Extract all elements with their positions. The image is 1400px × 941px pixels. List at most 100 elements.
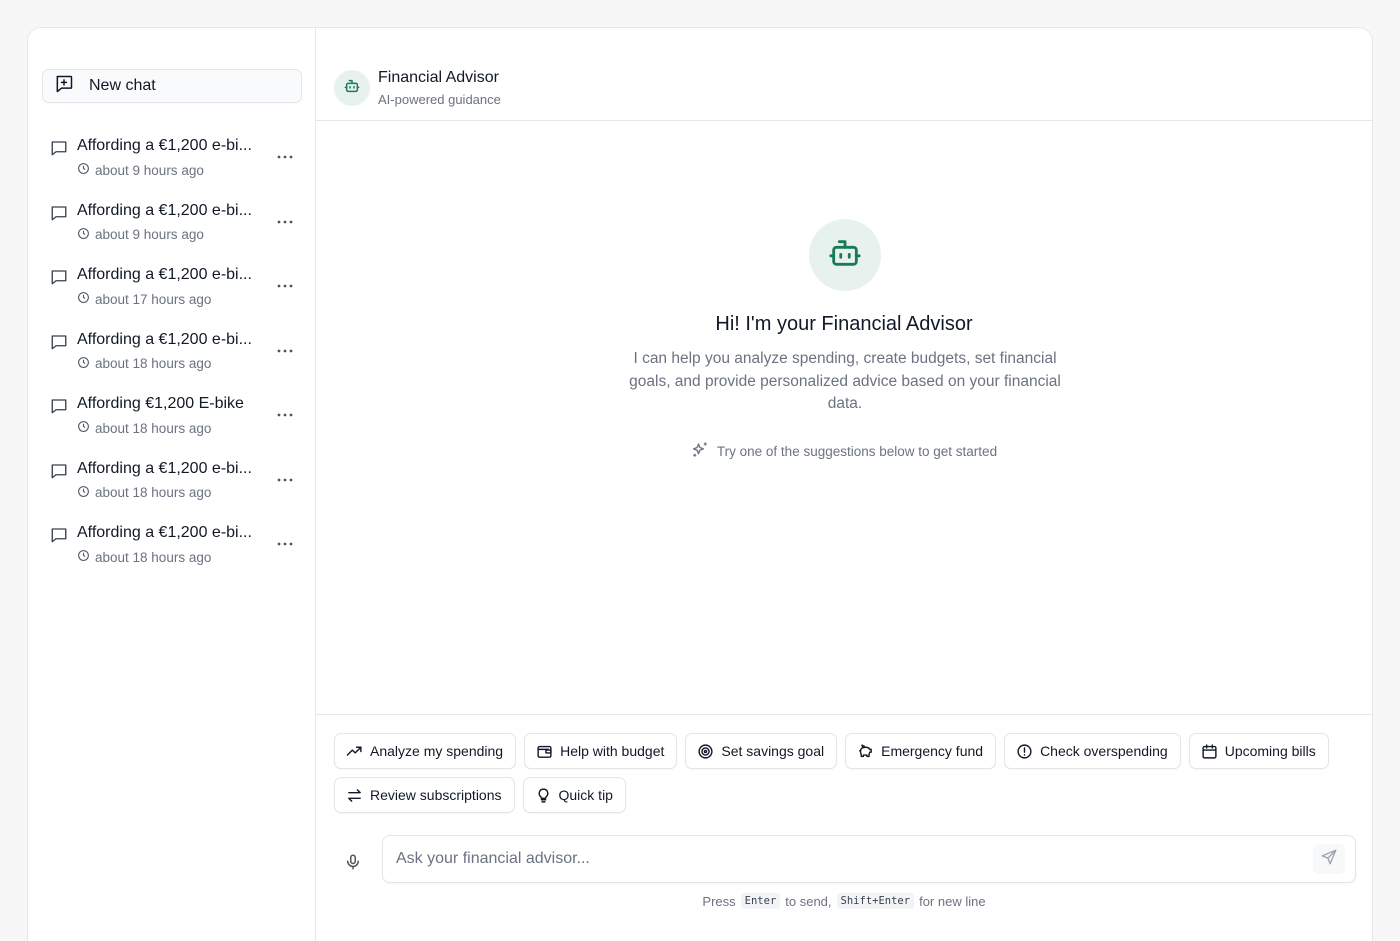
chat-title: Affording a €1,200 e-bi...	[77, 137, 252, 154]
message-plus-icon	[54, 74, 74, 99]
suggestion-label: Help with budget	[560, 743, 665, 759]
chat-meta: about 18 hours ago	[77, 356, 211, 372]
chat-time: about 18 hours ago	[95, 485, 212, 500]
welcome-hint: Try one of the suggestions below to get …	[316, 441, 1372, 462]
chat-history-item[interactable]: Affording a €1,200 e-bi... about 17 hour…	[28, 257, 316, 322]
advisor-name: Financial Advisor	[378, 69, 499, 86]
chat-time: about 9 hours ago	[95, 162, 204, 178]
suggestion-upcoming-bills[interactable]: Upcoming bills	[1188, 733, 1329, 769]
clock-icon	[77, 485, 90, 501]
suggestion-emergency-fund[interactable]: Emergency fund	[845, 733, 997, 769]
sparkles-icon	[691, 441, 709, 462]
chat-title: Affording a €1,200 e-bi...	[77, 266, 252, 283]
advisor-subtitle: AI-powered guidance	[378, 92, 501, 107]
sidebar: New chat Affording a €1,200 e-bi... abou…	[28, 28, 316, 941]
suggestion-help-budget[interactable]: Help with budget	[524, 733, 678, 769]
welcome-description: I can help you analyze spending, create …	[629, 350, 1061, 412]
clock-icon	[77, 420, 90, 436]
chat-history-item[interactable]: Affording a €1,200 e-bi... about 18 hour…	[28, 451, 316, 516]
chat-meta: about 17 hours ago	[77, 291, 211, 307]
suggestion-label: Upcoming bills	[1224, 743, 1316, 759]
chat-history-item[interactable]: Affording a €1,200 e-bi... about 18 hour…	[28, 515, 316, 580]
enter-key: Enter	[740, 893, 781, 909]
more-options-icon[interactable]	[273, 343, 297, 359]
microphone-button[interactable]	[340, 851, 366, 877]
lightbulb-icon	[535, 787, 552, 804]
message-square-icon	[50, 526, 68, 549]
wallet-icon	[536, 743, 553, 760]
chat-history-item[interactable]: Affording a €1,200 e-bi... about 9 hours…	[28, 128, 316, 193]
message-square-icon	[50, 462, 68, 485]
suggestion-check-overspending[interactable]: Check overspending	[1004, 733, 1181, 769]
new-chat-label: New chat	[89, 77, 156, 94]
chat-title: Affording a €1,200 e-bi...	[77, 330, 252, 348]
message-square-icon	[50, 204, 68, 227]
target-icon	[697, 743, 714, 760]
welcome-heading: Hi! I'm your Financial Advisor	[715, 313, 973, 335]
suggestion-savings-goal[interactable]: Set savings goal	[685, 733, 838, 769]
clock-icon	[77, 291, 90, 307]
message-square-icon	[50, 397, 68, 420]
microphone-icon	[344, 853, 362, 876]
suggestion-analyze-spending[interactable]: Analyze my spending	[334, 733, 517, 769]
suggestion-row: Review subscriptions Quick tip	[334, 777, 1332, 813]
trending-up-icon	[346, 743, 363, 760]
more-options-icon[interactable]	[273, 472, 297, 488]
alert-circle-icon	[1016, 743, 1033, 760]
more-options-icon[interactable]	[273, 278, 297, 294]
clock-icon	[77, 162, 90, 178]
chat-history-item[interactable]: Affording a €1,200 e-bi... about 18 hour…	[28, 322, 316, 387]
shift-enter-key: Shift+Enter	[836, 893, 915, 909]
chat-title: Affording a €1,200 e-bi...	[77, 201, 252, 219]
message-input-box	[382, 835, 1356, 883]
more-options-icon[interactable]	[273, 407, 297, 423]
chat-meta: about 18 hours ago	[77, 420, 211, 436]
more-options-icon[interactable]	[273, 214, 297, 230]
chat-history-item[interactable]: Affording a €1,200 e-bi... about 9 hours…	[28, 193, 316, 258]
suggestion-label: Emergency fund	[881, 743, 984, 759]
chat-meta: about 18 hours ago	[77, 549, 211, 565]
advisor-avatar	[334, 70, 370, 106]
hint-new-line: for new line	[919, 893, 986, 909]
message-square-icon	[50, 139, 68, 162]
hint-to-send: to send,	[785, 893, 832, 909]
more-options-icon[interactable]	[273, 536, 297, 552]
suggestion-label: Set savings goal	[721, 743, 825, 759]
chat-title: Affording €1,200 E-bike	[77, 395, 244, 412]
clock-icon	[77, 227, 90, 243]
suggestion-label: Review subscriptions	[370, 787, 502, 803]
suggestion-review-subscriptions[interactable]: Review subscriptions	[334, 777, 515, 813]
app-window: New chat Affording a €1,200 e-bi... abou…	[27, 27, 1373, 941]
suggestion-label: Quick tip	[558, 787, 613, 803]
chat-title: Affording a €1,200 e-bi...	[77, 524, 252, 541]
clock-icon	[77, 356, 90, 372]
chat-meta: about 18 hours ago	[77, 485, 211, 501]
send-icon	[1320, 848, 1338, 871]
chat-time: about 17 hours ago	[95, 291, 212, 307]
calendar-icon	[1201, 743, 1218, 760]
message-square-icon	[50, 268, 68, 291]
suggestion-chips: Analyze my spending Help with budget Set…	[334, 733, 1332, 821]
suggestion-label: Analyze my spending	[370, 743, 504, 759]
chat-meta: about 9 hours ago	[77, 162, 204, 178]
composer-area: Analyze my spending Help with budget Set…	[316, 714, 1372, 941]
send-button[interactable]	[1313, 844, 1345, 874]
chat-time: about 18 hours ago	[95, 420, 212, 436]
chat-history-item[interactable]: Affording €1,200 E-bike about 18 hours a…	[28, 386, 316, 451]
message-square-icon	[50, 333, 68, 356]
chat-history-list: Affording a €1,200 e-bi... about 9 hours…	[28, 128, 316, 580]
message-input[interactable]	[396, 836, 1276, 882]
chat-header: Financial Advisor AI-powered guidance	[316, 28, 1372, 121]
more-options-icon[interactable]	[273, 149, 297, 165]
chat-time: about 18 hours ago	[95, 549, 212, 565]
welcome-panel: Hi! I'm your Financial Advisor I can hel…	[316, 121, 1372, 714]
hint-press: Press	[702, 893, 736, 909]
chat-time: about 18 hours ago	[95, 356, 212, 371]
new-chat-button[interactable]: New chat	[42, 69, 302, 103]
hint-text: Try one of the suggestions below to get …	[716, 444, 998, 459]
bot-icon	[828, 236, 862, 275]
chat-meta: about 9 hours ago	[77, 227, 204, 243]
suggestion-quick-tip[interactable]: Quick tip	[522, 777, 626, 813]
clock-icon	[77, 549, 90, 565]
bot-icon	[344, 78, 360, 99]
